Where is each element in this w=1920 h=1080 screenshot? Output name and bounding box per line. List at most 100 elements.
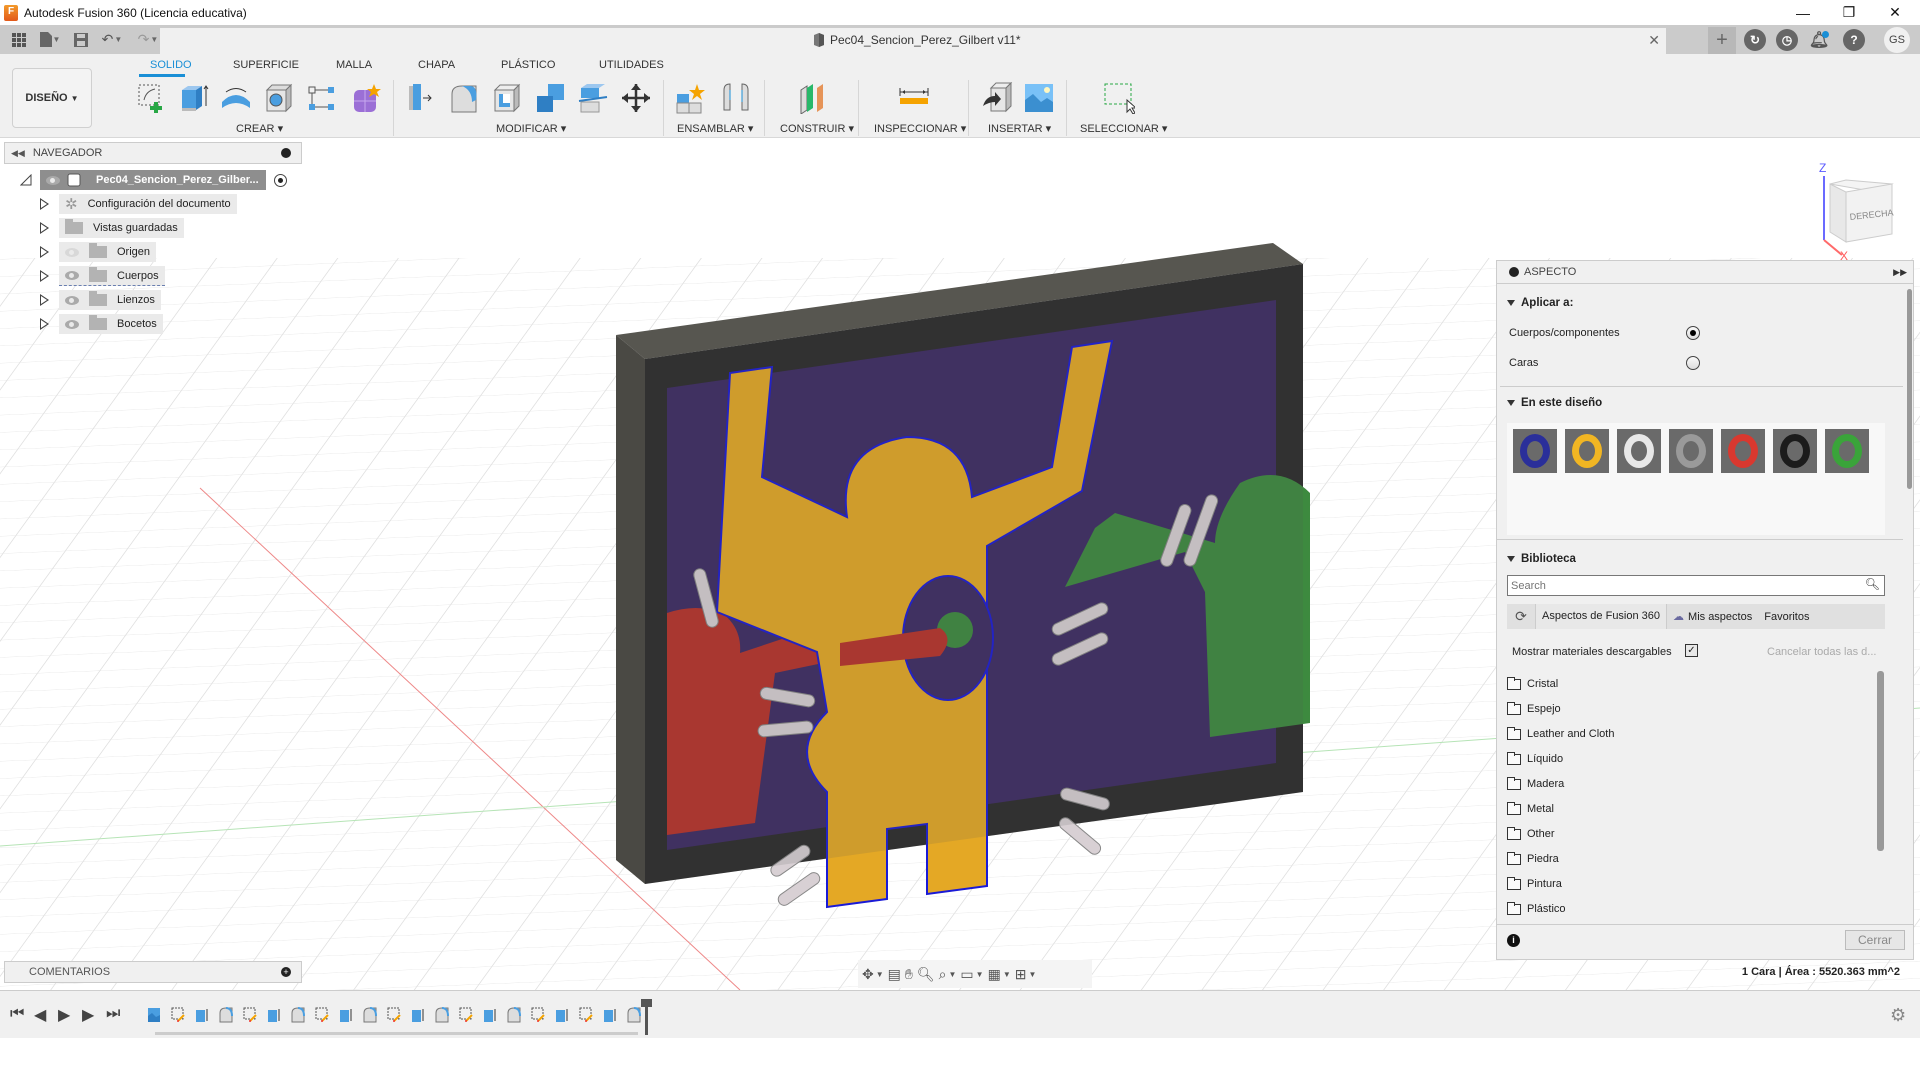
visibility-eye-icon[interactable] [65,319,79,329]
refresh-icon[interactable]: ⟳ [1507,608,1535,625]
expand-arrow-icon[interactable] [40,318,49,330]
file-menu-button[interactable]: ▼ [32,25,68,54]
appearance-swatch-red[interactable] [1721,429,1765,473]
nav-item-origen[interactable]: Origen [40,241,157,263]
visibility-eye-icon[interactable] [46,175,60,185]
collapse-icon[interactable]: ◀◀ [11,148,25,159]
library-folder[interactable]: Cristal [1507,674,1558,694]
joint-icon[interactable] [720,82,752,114]
tab-plastico[interactable]: PLÁSTICO [501,59,555,71]
visibility-eye-icon[interactable] [65,271,79,280]
create-menu[interactable]: CREAR ▾ [236,122,283,135]
modify-menu[interactable]: MODIFICAR ▾ [496,122,566,135]
expand-arrow-icon[interactable] [40,198,49,210]
timeline-extrude-icon[interactable] [555,1007,569,1023]
pin-icon[interactable] [281,148,291,158]
add-comment-icon[interactable]: + [281,967,291,977]
nav-item-lienzos[interactable]: Lienzos [40,289,161,311]
extensions-button[interactable]: ↻ [1744,29,1766,51]
step-back-button[interactable]: ◀ [34,1005,46,1025]
zoom-button[interactable]: 🔍︎ [917,964,935,984]
look-at-button[interactable]: ▤ [888,964,901,984]
user-avatar[interactable]: GS [1884,27,1910,53]
activate-component-radio[interactable] [274,173,287,187]
go-to-start-button[interactable]: ⏮ [10,1005,24,1023]
workspace-switcher[interactable]: DISEÑO ▼ [12,68,92,128]
expand-arrow-icon[interactable] [40,270,49,282]
library-folder[interactable]: Espejo [1507,699,1561,719]
timeline-sketch-icon[interactable] [171,1007,185,1023]
press-pull-icon[interactable] [405,82,437,114]
visibility-eye-icon[interactable] [65,295,79,305]
data-panel-button[interactable] [6,25,32,54]
comments-panel[interactable]: COMENTARIOS + [4,961,302,983]
timeline-sketch-icon[interactable] [531,1007,545,1023]
in-design-section-toggle[interactable]: En este diseño [1507,397,1602,409]
expand-arrow-icon[interactable] [40,294,49,306]
library-folder[interactable]: Líquido [1507,749,1563,769]
insert-canvas-icon[interactable] [1023,82,1055,114]
viewcube[interactable]: Z X DERECHA [1800,150,1910,263]
timeline-fillet-icon[interactable] [507,1007,521,1023]
timeline-fillet-icon[interactable] [435,1007,449,1023]
tab-malla[interactable]: MALLA [336,59,372,71]
cancel-all-downloads-link[interactable]: Cancelar todas las d... [1767,646,1876,658]
panel-scrollbar-thumb[interactable] [1907,289,1912,489]
extrude-icon[interactable] [178,82,210,114]
timeline-fillet-icon[interactable] [291,1007,305,1023]
assemble-menu[interactable]: ENSAMBLAR ▾ [677,122,753,135]
nav-item-cuerpos[interactable]: Cuerpos [40,265,165,287]
info-icon[interactable]: i [1507,934,1520,947]
timeline-extrude-icon[interactable] [339,1007,353,1023]
pattern-icon[interactable] [306,82,338,114]
library-folder[interactable]: Pintura [1507,874,1562,894]
create-sketch-icon[interactable] [136,82,168,114]
timeline-fillet-icon[interactable] [363,1007,377,1023]
tab-superficie[interactable]: SUPERFICIE [233,59,299,71]
timeline-extrude-icon[interactable] [195,1007,209,1023]
library-scrollbar-thumb[interactable] [1877,671,1884,851]
step-forward-button[interactable]: ▶ [82,1005,94,1025]
tab-chapa[interactable]: CHAPA [418,59,455,71]
combine-icon[interactable] [534,82,566,114]
play-button[interactable]: ▶ [58,1005,70,1025]
show-downloadable-checkbox[interactable]: ✓ [1685,644,1698,657]
minimize-button[interactable]: — [1780,0,1826,25]
timeline-extrude-icon[interactable] [411,1007,425,1023]
appearance-swatch-chrome[interactable] [1669,429,1713,473]
select-menu[interactable]: SELECCIONAR ▾ [1080,122,1167,135]
go-to-end-button[interactable]: ⏭ [106,1005,120,1023]
timeline-sketch-icon[interactable] [459,1007,473,1023]
close-appearance-button[interactable]: Cerrar [1845,930,1905,950]
timeline-sketch-icon[interactable] [243,1007,257,1023]
nav-item-vistas-guardadas[interactable]: Vistas guardadas [40,217,184,239]
hole-icon[interactable] [263,82,295,114]
timeline-settings-gear-icon[interactable]: ⚙ [1890,1005,1906,1026]
insert-menu[interactable]: INSERTAR ▾ [988,122,1051,135]
library-search-input[interactable] [1508,576,1848,595]
timeline-extrude-icon[interactable] [483,1007,497,1023]
close-window-button[interactable]: ✕ [1872,0,1918,25]
pin-icon[interactable] [1509,267,1519,277]
move-icon[interactable] [620,82,652,114]
split-body-icon[interactable] [577,82,609,114]
orbit-button[interactable]: ✥ ▼ [862,964,884,984]
document-tab[interactable]: Pec04_Sencion_Perez_Gilbert v11* ✕ [160,28,1666,54]
display-settings-button[interactable]: ▭ ▼ [960,964,983,984]
timeline-extrude-icon[interactable] [267,1007,281,1023]
expand-arrow-icon[interactable] [40,222,49,234]
measure-icon[interactable] [898,82,930,114]
library-search-field[interactable]: 🔍︎ [1507,575,1885,596]
timeline-sketch-icon[interactable] [579,1007,593,1023]
timeline-canvas-icon[interactable] [147,1007,161,1023]
tab-fusion-appearances[interactable]: Aspectos de Fusion 360 [1535,604,1668,629]
history-button[interactable]: ◷ [1776,29,1798,51]
library-folder[interactable]: Leather and Cloth [1507,724,1614,744]
insert-derive-icon[interactable] [981,82,1013,114]
shell-icon[interactable] [491,82,523,114]
nav-item-configuracion[interactable]: ✲ Configuración del documento [40,193,237,215]
nav-item-bocetos[interactable]: Bocetos [40,313,163,335]
expand-arrow-icon[interactable] [40,246,49,258]
appearance-swatch-yellow[interactable] [1565,429,1609,473]
new-tab-button[interactable]: + [1708,27,1736,54]
